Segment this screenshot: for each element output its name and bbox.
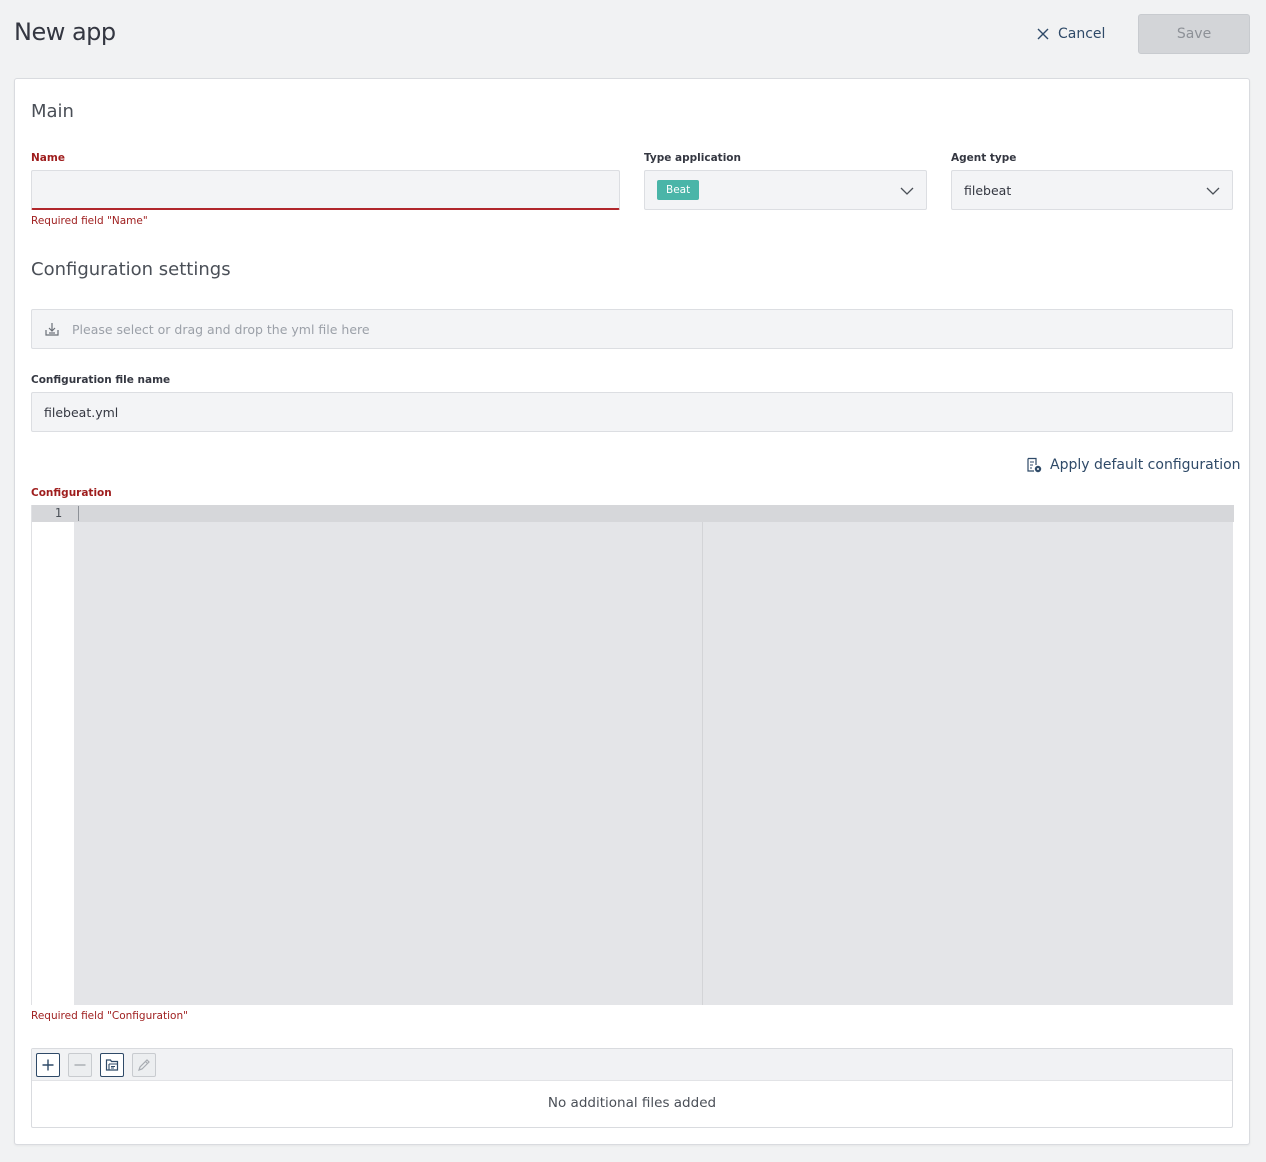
yml-file-dropzone[interactable]: Please select or drag and drop the yml f…	[31, 309, 1233, 349]
editor-line-number: 1	[54, 506, 62, 520]
new-app-page: New app Cancel Save Main Name Required f…	[0, 0, 1266, 1162]
close-icon	[1037, 28, 1049, 40]
chevron-down-icon	[1206, 187, 1220, 195]
name-error: Required field "Name"	[31, 215, 148, 227]
edit-file-button[interactable]	[132, 1052, 156, 1077]
download-tray-icon	[45, 323, 59, 336]
chevron-down-icon	[900, 187, 914, 195]
editor-gutter	[32, 505, 74, 1005]
pencil-icon	[138, 1058, 150, 1071]
agent-type-value: filebeat	[964, 182, 1012, 198]
apply-default-configuration-button[interactable]: Apply default configuration	[1026, 457, 1241, 473]
cancel-button[interactable]: Cancel	[1036, 22, 1105, 46]
name-label: Name	[31, 152, 65, 164]
save-button[interactable]: Save	[1138, 14, 1250, 54]
configuration-settings-title: Configuration settings	[31, 259, 231, 280]
plus-icon	[42, 1059, 54, 1070]
configuration-editor[interactable]: 1	[31, 505, 1234, 1005]
name-input[interactable]	[31, 170, 620, 210]
page-title: New app	[14, 18, 116, 46]
additional-files-panel: No additional files added	[31, 1048, 1233, 1128]
configuration-error: Required field "Configuration"	[31, 1010, 188, 1022]
remove-file-button[interactable]	[68, 1052, 92, 1077]
app-form-panel: Main Name Required field "Name" Type app…	[14, 78, 1250, 1145]
editor-cursor	[78, 506, 79, 521]
main-section-title: Main	[31, 101, 74, 122]
configuration-label: Configuration	[31, 487, 112, 499]
apply-default-label: Apply default configuration	[1050, 457, 1241, 473]
type-application-label: Type application	[644, 152, 741, 164]
no-files-message: No additional files added	[547, 1095, 717, 1111]
type-badge: Beat	[657, 180, 700, 200]
agent-type-label: Agent type	[951, 152, 1017, 164]
add-file-button[interactable]	[36, 1052, 60, 1077]
document-settings-icon	[1027, 457, 1042, 473]
cancel-label: Cancel	[1058, 26, 1106, 42]
minus-icon	[74, 1063, 86, 1066]
editor-print-margin	[702, 522, 703, 1005]
agent-type-select[interactable]: filebeat	[951, 170, 1233, 210]
files-toolbar	[32, 1049, 1232, 1081]
config-file-name-label: Configuration file name	[31, 374, 171, 386]
browse-files-button[interactable]	[100, 1052, 124, 1077]
config-file-name-input[interactable]: filebeat.yml	[31, 392, 1233, 432]
type-application-select[interactable]: Beat	[644, 170, 927, 210]
dropzone-placeholder: Please select or drag and drop the yml f…	[72, 321, 370, 337]
editor-active-line	[32, 505, 1234, 522]
folder-icon	[105, 1058, 119, 1071]
